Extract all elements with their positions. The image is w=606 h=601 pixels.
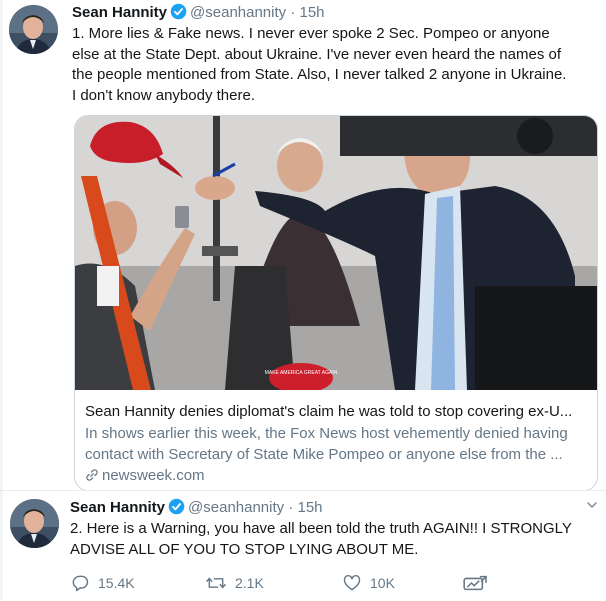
separator-dot: · xyxy=(288,499,294,516)
card-image[interactable]: MAKE AMERICA GREAT AGAIN xyxy=(75,116,597,393)
reply-icon xyxy=(70,575,98,592)
separator-dot: · xyxy=(290,4,296,21)
retweet-icon xyxy=(205,575,235,591)
link-icon xyxy=(85,468,99,488)
card-domain-text: newsweek.com xyxy=(102,467,205,484)
tweet-header: Sean Hannity @seanhannity · 15h xyxy=(72,3,325,26)
tweet-text: 1. More lies & Fake news. I never ever s… xyxy=(72,25,567,104)
avatar[interactable] xyxy=(9,5,58,54)
tweet-actions: 15.4K 2.1K 10K xyxy=(70,572,540,594)
tweet-timestamp[interactable]: 15h xyxy=(298,499,323,516)
card-description: In shows earlier this week, the Fox News… xyxy=(85,425,568,463)
link-card[interactable]: MAKE AMERICA GREAT AGAIN Sean Hannity de… xyxy=(74,115,598,491)
tweet-header: Sean Hannity @seanhannity · 15h xyxy=(70,498,323,521)
like-button[interactable]: 10K xyxy=(342,572,395,594)
author-name[interactable]: Sean Hannity xyxy=(72,4,167,21)
caret-down-icon[interactable] xyxy=(586,499,598,511)
avatar[interactable] xyxy=(10,499,59,548)
author-name[interactable]: Sean Hannity xyxy=(70,499,165,516)
analytics-button[interactable] xyxy=(462,572,498,594)
verified-badge-icon xyxy=(170,3,187,26)
reply-count: 15.4K xyxy=(98,575,135,591)
tweet-text: 2. Here is a Warning, you have all been … xyxy=(70,520,572,558)
analytics-icon xyxy=(462,575,498,591)
author-handle[interactable]: @seanhannity xyxy=(190,4,286,21)
reply-button[interactable]: 15.4K xyxy=(70,572,135,594)
like-icon xyxy=(342,575,370,591)
tweet-2[interactable]: Sean Hannity @seanhannity · 15h 2. Here i… xyxy=(0,490,606,601)
tweet-timestamp[interactable]: 15h xyxy=(300,4,325,21)
tweet-1[interactable]: Sean Hannity @seanhannity · 15h 1. More l… xyxy=(0,0,606,491)
card-domain[interactable]: newsweek.com xyxy=(85,466,205,488)
retweet-count: 2.1K xyxy=(235,575,264,591)
hat-text: MAKE AMERICA GREAT AGAIN xyxy=(265,370,338,376)
like-count: 10K xyxy=(370,575,395,591)
card-title[interactable]: Sean Hannity denies diplomat's claim he … xyxy=(85,402,590,422)
author-handle[interactable]: @seanhannity xyxy=(188,499,284,516)
verified-badge-icon xyxy=(168,498,185,521)
retweet-button[interactable]: 2.1K xyxy=(205,572,264,594)
card-photo: MAKE AMERICA GREAT AGAIN xyxy=(75,116,597,393)
